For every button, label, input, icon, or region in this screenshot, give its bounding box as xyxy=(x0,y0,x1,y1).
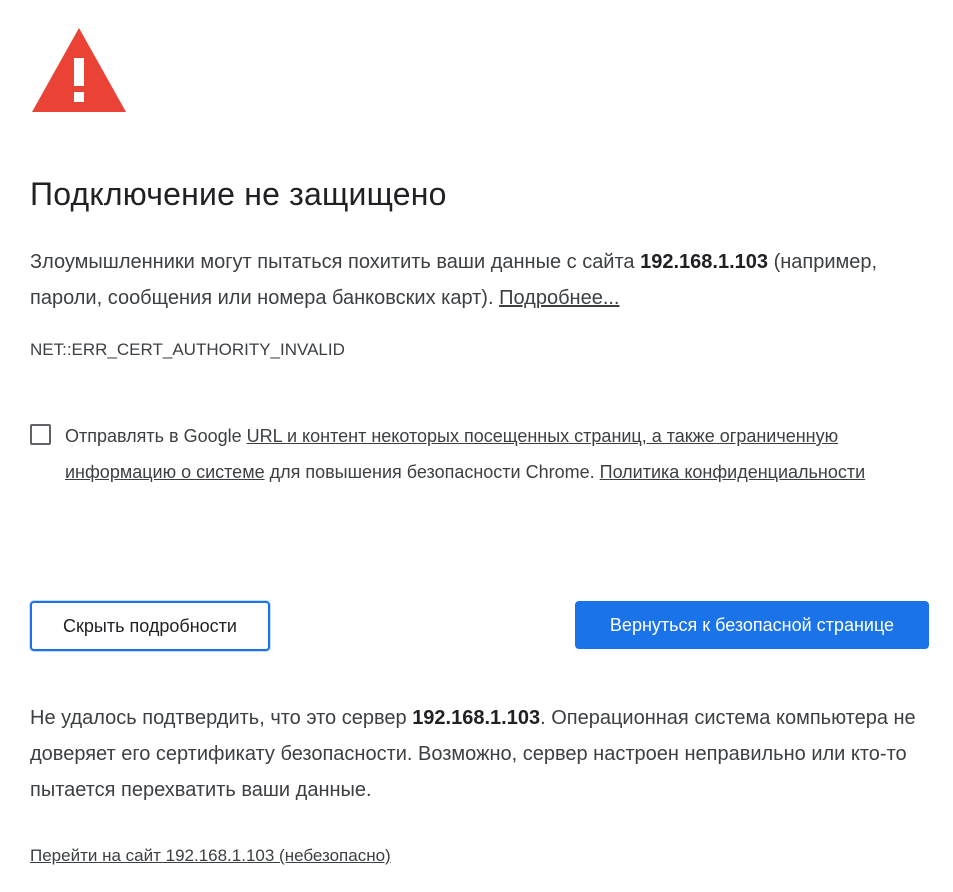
warning-triangle-icon xyxy=(32,28,126,112)
details-text-1: Не удалось подтвердить, что это сервер xyxy=(30,707,413,729)
proceed-unsafe-link[interactable]: Перейти на сайт 192.168.1.103 (небезопас… xyxy=(30,846,391,866)
main-message: Злоумышленники могут пытаться похитить в… xyxy=(30,244,910,316)
optin-middle: для повышения безопасности Chrome. xyxy=(264,462,600,482)
privacy-policy-link[interactable]: Политика конфиденциальности xyxy=(600,462,866,482)
hide-details-button[interactable]: Скрыть подробности xyxy=(30,601,270,651)
back-to-safety-button[interactable]: Вернуться к безопасной странице xyxy=(575,601,929,649)
host-name: 192.168.1.103 xyxy=(640,251,769,273)
details-text: Не удалось подтвердить, что это сервер 1… xyxy=(30,700,930,808)
optin-prefix: Отправлять в Google xyxy=(65,426,247,446)
error-code: NET::ERR_CERT_AUTHORITY_INVALID xyxy=(30,340,345,359)
details-host-name: 192.168.1.103 xyxy=(412,707,541,729)
main-message-text: Злоумышленники могут пытаться похитить в… xyxy=(30,251,641,273)
optin-text: Отправлять в Google URL и контент некото… xyxy=(65,418,915,490)
learn-more-link[interactable]: Подробнее... xyxy=(499,287,619,309)
page-title: Подключение не защищено xyxy=(30,176,447,212)
optin-checkbox[interactable] xyxy=(30,424,51,445)
